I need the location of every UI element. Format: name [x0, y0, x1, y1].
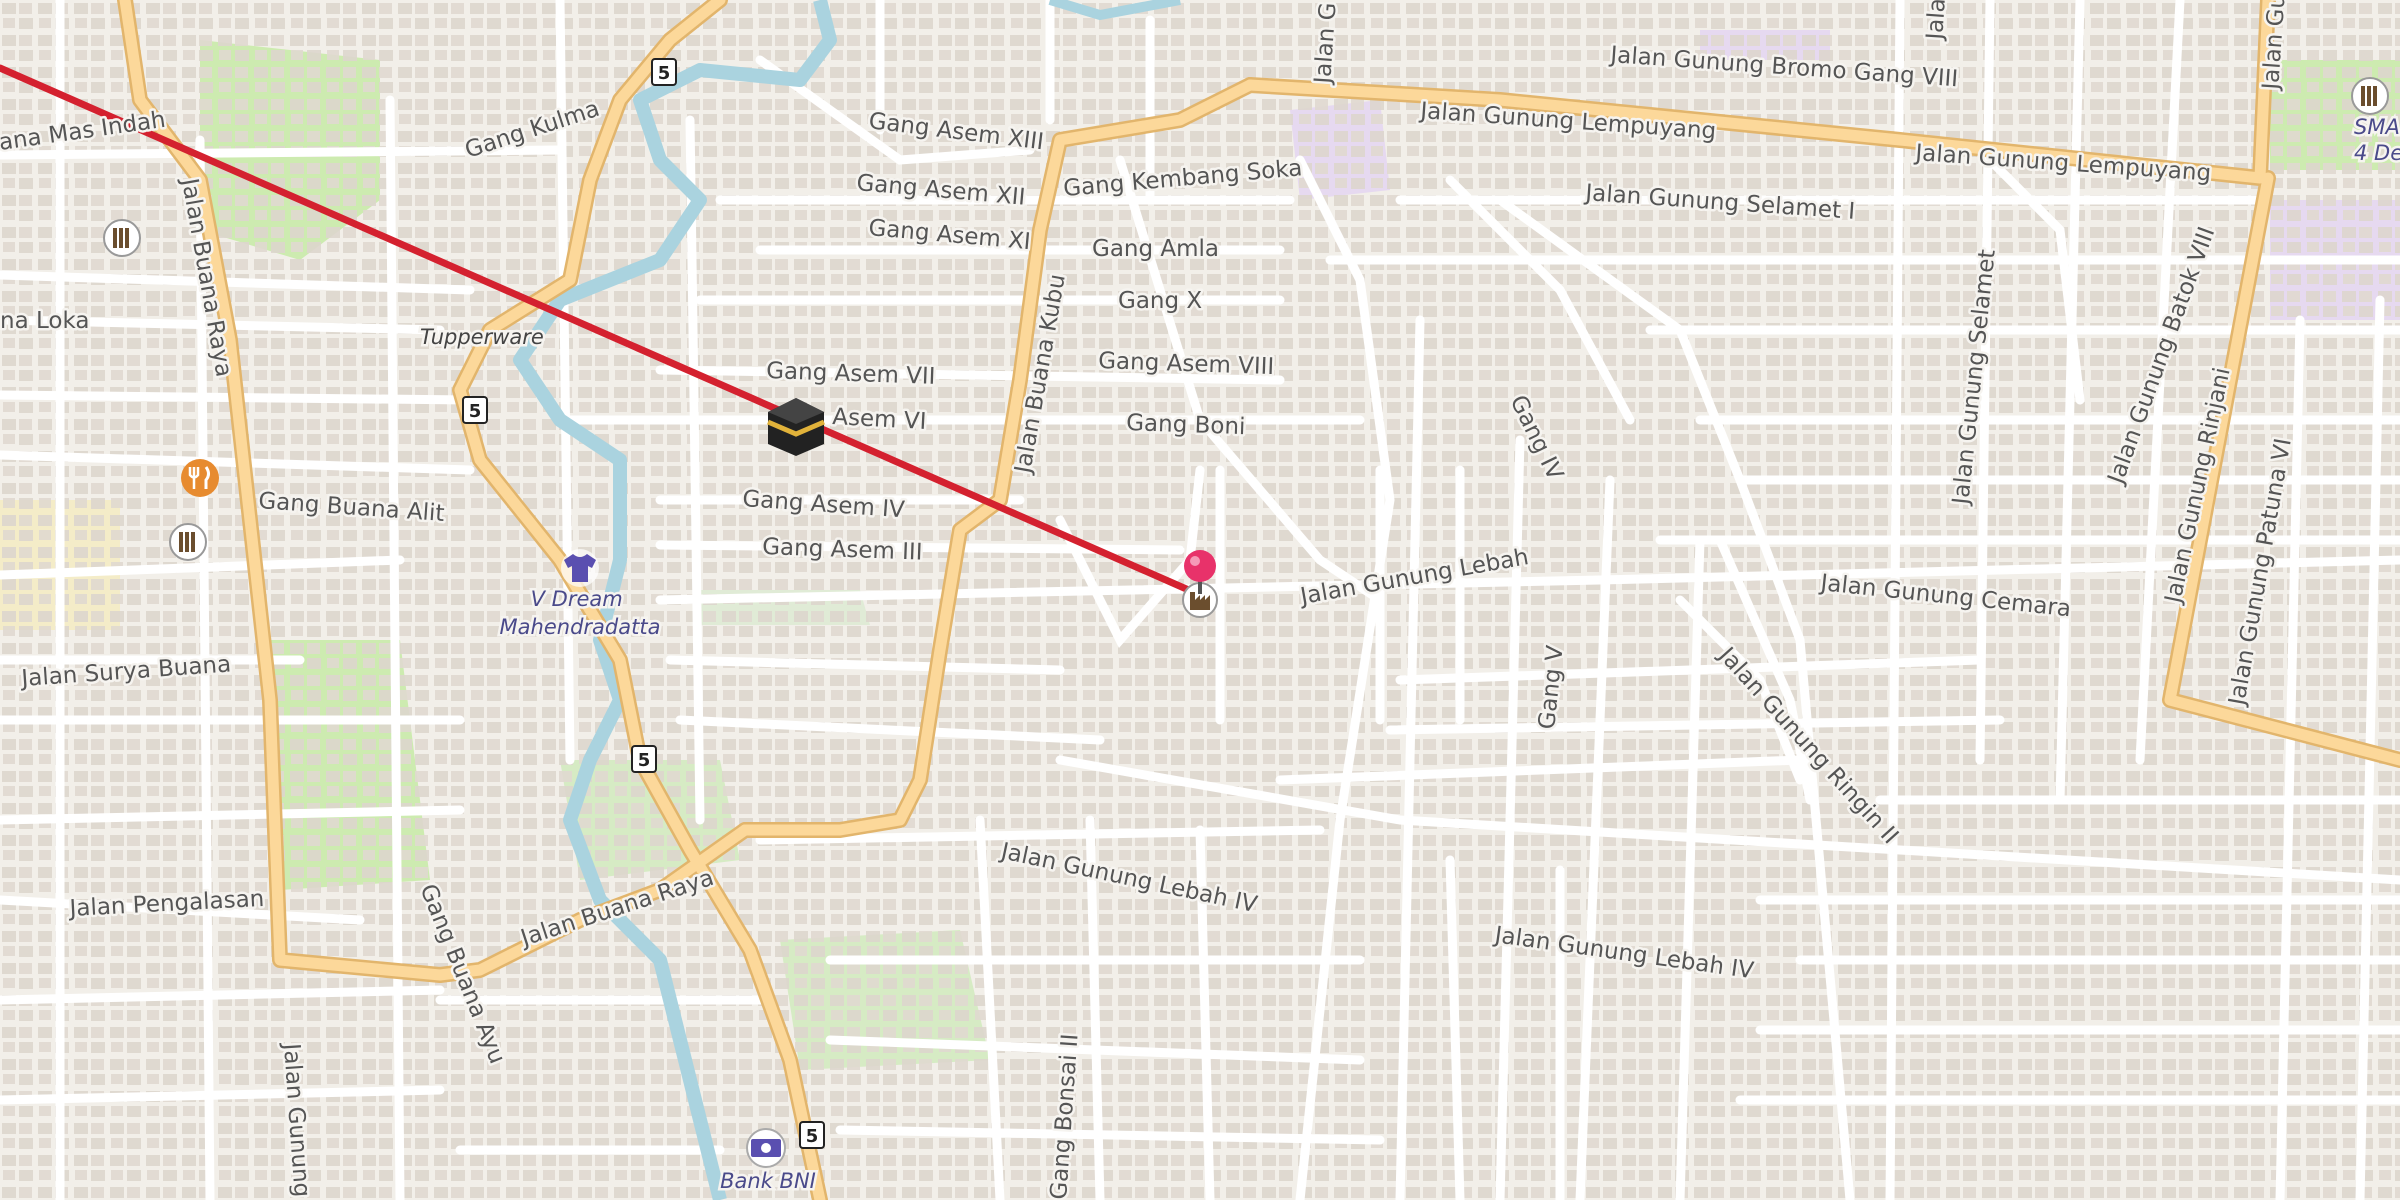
- svg-text:5: 5: [658, 63, 671, 84]
- svg-text:5: 5: [638, 750, 651, 771]
- street-label: Asem VI: [832, 404, 927, 435]
- library-icon[interactable]: [103, 219, 141, 257]
- svg-text:5: 5: [469, 401, 482, 422]
- route-shield: 5: [631, 745, 657, 773]
- clothes-shop-icon[interactable]: [561, 549, 599, 587]
- library-icon[interactable]: [2351, 77, 2389, 115]
- route-shield: 5: [462, 396, 488, 424]
- map-canvas[interactable]: Jalan Gunung Bromo Gang VIII Jalan Gunun…: [0, 0, 2400, 1200]
- street-label: Gang Amla: [1092, 236, 1219, 262]
- library-icon[interactable]: [169, 523, 207, 561]
- street-label: Jala: [1922, 0, 1951, 42]
- svg-text:5: 5: [806, 1126, 819, 1147]
- poi-label-tupperware: Tupperware: [420, 325, 544, 349]
- street-label: Gang X: [1118, 288, 1202, 314]
- restaurant-icon[interactable]: [181, 459, 219, 497]
- street-label: na Loka: [0, 308, 89, 334]
- banknote-icon[interactable]: [746, 1128, 786, 1168]
- street-label: Gang Boni: [1126, 410, 1246, 440]
- route-shield: 5: [651, 58, 677, 86]
- poi-label-bank: Bank BNI: [720, 1169, 816, 1193]
- route-shield: 5: [799, 1121, 825, 1149]
